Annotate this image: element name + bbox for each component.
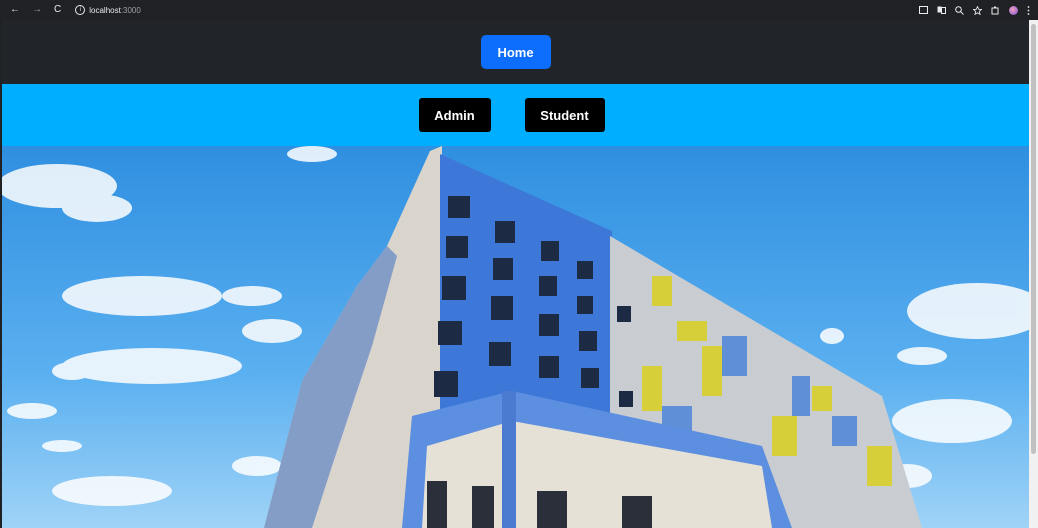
home-button[interactable]: Home [480, 35, 551, 69]
building-illustration [2, 146, 1029, 528]
forward-icon[interactable]: → [32, 5, 42, 15]
browser-nav: ← → C [0, 5, 61, 15]
translate-icon[interactable] [937, 6, 946, 14]
admin-button[interactable]: Admin [418, 98, 491, 132]
cast-icon[interactable] [919, 6, 928, 14]
zoom-icon[interactable] [955, 5, 964, 15]
profile-avatar[interactable] [1009, 5, 1018, 15]
url-host: localhost [89, 5, 121, 15]
hero-image [2, 146, 1029, 528]
more-icon[interactable] [1027, 5, 1030, 15]
browser-toolbar: ← → C i localhost:3000 [0, 0, 1038, 20]
address-bar[interactable]: i localhost:3000 [75, 5, 141, 15]
top-navbar: Home [2, 20, 1029, 84]
url-port: :3000 [120, 5, 141, 15]
back-icon[interactable]: ← [10, 5, 20, 15]
web-page: Home Admin Student [2, 20, 1029, 528]
scrollbar-thumb[interactable] [1031, 24, 1036, 454]
site-info-icon[interactable]: i [75, 5, 86, 15]
student-button[interactable]: Student [524, 98, 605, 132]
extensions-icon[interactable] [991, 6, 1000, 15]
browser-actions [919, 5, 1038, 15]
star-icon[interactable] [973, 5, 982, 15]
page-scrollbar[interactable] [1029, 20, 1038, 528]
role-selector-bar: Admin Student [2, 84, 1029, 146]
reload-icon[interactable]: C [54, 5, 61, 15]
